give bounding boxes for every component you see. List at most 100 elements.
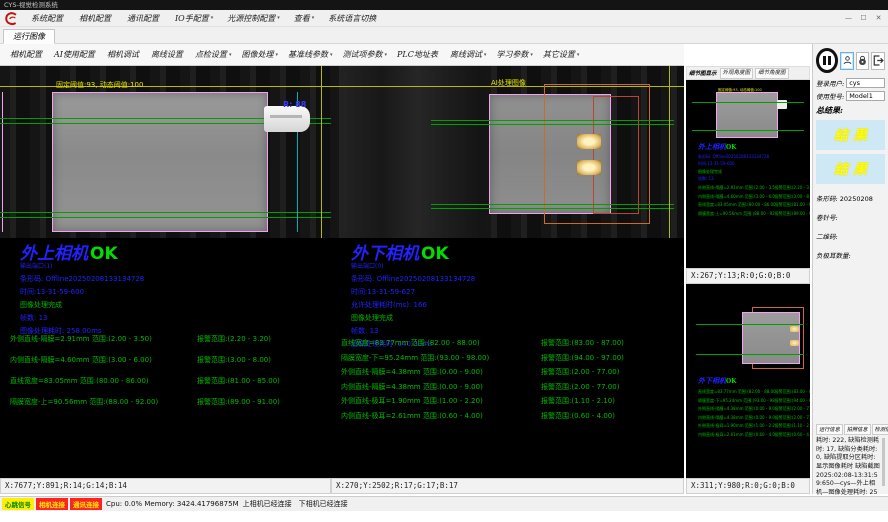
qr-code-label: 二维码: [816,231,885,241]
r-value-label: R: 88 [283,100,306,109]
coordinate-bar-thumb2: X:311;Y:980;R:0;G:0;B:0 [686,478,810,494]
menu-item[interactable]: 相机配置 [72,13,120,24]
camera-right-image: AI处理图像 [331,66,684,238]
menu-item[interactable]: 系统配置 [24,13,72,24]
measurement-row: 直线宽度=83.05mm 范围:(80.00 - 86.00) 报警范围:(81… [698,202,810,208]
measure-line-green [0,217,331,218]
barcode-line: 条形码: Offline20250208133134728 [20,274,144,284]
info-tab[interactable]: 拍照信息 [844,424,871,435]
measurement-row: 直线宽度=83.05mm 范围:(80.00 - 86.00) 报警范围:(81… [10,376,327,386]
neg-tab-count-label: 负极耳数量: [816,250,885,260]
cpu-memory-text: Cpu: 0.0% Memory: 3424.41796875M [106,500,239,508]
toolbar-button[interactable]: 离线设置 [146,47,190,62]
minimize-icon[interactable]: — [841,11,856,26]
measurement-row: 外侧直线-隔膜=2.91mm 范围:(2.00 - 3.50) 报警范围:(2.… [698,185,810,191]
toolbar-button[interactable]: 点检设置 ▾ [190,47,237,62]
barcode-line: 条形码: Offline20250208133134728 [351,274,475,284]
cell-region-outline [52,92,268,232]
time-line: 时间:13-31-59-600 [20,287,144,297]
status-badge: 心跳信号 [2,498,34,510]
toolbar-button[interactable]: 图像处理 ▾ [236,47,283,62]
camera-connection-text: 上相机已经连接 下相机已经连接 [243,499,348,509]
measure-line-green [0,212,331,213]
measure-line-green [692,130,804,131]
thumb-result-block: 外下相机OK 直线宽度=83.77mm 范围:(82.00 - 88.00) 报… [698,376,810,440]
measurement-row: 内侧直线-隔膜=4.60mm 范围:(3.00 - 6.00) 报警范围:(3.… [698,194,810,200]
window-controls: — ☐ ✕ [841,11,886,26]
pause-button[interactable] [816,48,838,73]
app-window: CYS-视觉检测系统 系统配置 相机配置 [0,0,888,522]
threshold-label: 固定阈值:93, 动态阈值:100 [56,80,143,90]
status-badge: 通讯连接 [70,498,102,510]
menu-item[interactable]: 系统语言切换 [321,13,385,24]
log-scrollbar[interactable] [882,438,885,486]
control-panel: 登录用户: cys 使用型号: Model1 总结果: 结果 结果 条形码: 2… [812,44,888,494]
document-tab-bar: 运行图像 [0,27,888,44]
measurement-row: 隔膜宽度-上=90.56mm 范围:(88.00 - 92.00) 报警范围:(… [698,211,810,217]
connector-clip [264,106,310,132]
thumb-camera-title: 外下相机OK [698,376,810,386]
toolbar-button[interactable]: 学习参数 ▾ [491,47,538,62]
result-ok-label: OK [90,244,118,264]
menu-item[interactable]: IO手配置 ▾ [168,13,220,24]
toolbar-button[interactable]: 其它设置 ▾ [538,47,585,62]
info-tab[interactable]: 运行信息 [816,424,843,435]
exit-button[interactable] [871,52,885,70]
login-user-field: 登录用户: cys [816,78,885,88]
toolbar-button[interactable]: PLC地址表 [392,47,445,62]
user-icon [842,54,853,67]
thumbnail-view-bottom[interactable]: 外下相机OK 直线宽度=83.77mm 范围:(82.00 - 88.00) 报… [686,284,810,478]
toolbar-button[interactable]: 基准线参数 ▾ [283,47,338,62]
frame-line: 帧数: 13 [20,313,144,323]
toolbar-button[interactable]: 离线调试 ▾ [445,47,492,62]
measurement-row: 外侧直线-极耳=1.90mm 范围:(1.00 - 2.20) 报警范围:(1.… [698,423,810,429]
window-title: CYS-视觉检测系统 [4,1,58,9]
menu-items: 系统配置 相机配置 通讯配置 IO手配置 ▾ [24,13,385,24]
chevron-down-icon: ▾ [330,52,333,58]
tab-run-image[interactable]: 运行图像 [3,29,55,44]
lock-icon [857,54,868,67]
measure-line-green [692,102,804,103]
thumbnail-tab[interactable]: 细节角度图 [755,68,789,79]
toolbar-button[interactable]: 测试项参数 ▾ [337,47,392,62]
login-user-label: 登录用户: [816,78,844,88]
measure-line-green [431,204,674,205]
maximize-icon[interactable]: ☐ [856,11,871,26]
toolbar: 相机配置 AI使用配置 相机调试 离线设置 点检设置 ▾ [0,44,684,66]
result-badge-bottom: 结果 [816,154,885,184]
info-log-section: 运行信息 拍照信息 检测信息 耗时: 222, 缺陷检测耗时: 17, 缺陷分类… [816,424,885,492]
chevron-down-icon: ▾ [277,15,280,21]
guide-line-yellow [0,86,331,87]
close-icon[interactable]: ✕ [871,11,886,26]
measurement-row: 隔膜宽度-上=90.56mm 范围:(88.00 - 92.00) 报警范围:(… [10,397,327,407]
camera-view-left[interactable]: 固定阈值:93, 动态阈值:100 R: 88 外上相机OK 输出端口(1) 条… [0,66,331,478]
lock-button[interactable] [856,52,869,70]
measurement-list-right: 直线宽度=83.77mm 范围:(82.00 - 88.00) 报警范围:(83… [341,338,680,425]
toolbar-button[interactable]: 相机调试 [102,47,146,62]
chevron-down-icon: ▾ [211,15,214,21]
info-tab[interactable]: 检测信息 [872,424,888,435]
model-field: 使用型号: Model1 [816,91,885,101]
chevron-down-icon: ▾ [275,52,278,58]
measurement-row: 内侧直线-极耳=2.61mm 范围:(0.60 - 4.00) 报警范围:(0.… [341,411,680,421]
thumb-threshold-label: 固定阈值:93, 动态阈值:100 [718,88,762,93]
menu-item[interactable]: 通讯配置 [120,13,168,24]
user-switch-button[interactable] [840,52,853,70]
login-user-input[interactable]: cys [846,78,885,88]
model-input[interactable]: Model1 [846,91,885,101]
total-result-label: 总结果: [816,105,885,116]
menu-item[interactable]: 查看 ▾ [287,13,322,24]
panel-buttons [816,48,885,73]
thumbnail-tab[interactable]: 外观角度图 [720,68,754,79]
toolbar-button[interactable]: AI使用配置 [49,47,102,62]
toolbar-button[interactable]: 相机配置 [5,47,49,62]
coordinate-bar-thumb1: X:267;Y:13;R:0;G:0;B:0 [686,268,810,284]
camera-view-right[interactable]: AI处理图像 外下相机OK 输出端口(0) 条形码: Offline202502… [331,66,684,478]
status-line: 图像处理完成 [698,169,810,175]
chevron-down-icon: ▾ [484,52,487,58]
barcode-value: 20250208 [840,195,873,203]
measure-line-green [431,208,674,209]
thumbnail-view-top[interactable]: 固定阈值:93, 动态阈值:100 外上相机OK 条形码: Offline202… [686,80,810,268]
menu-item[interactable]: 光源控制配置 ▾ [220,13,287,24]
camera-left-meta: 条形码: Offline20250208133134728 时间:13-31-5… [20,274,144,336]
